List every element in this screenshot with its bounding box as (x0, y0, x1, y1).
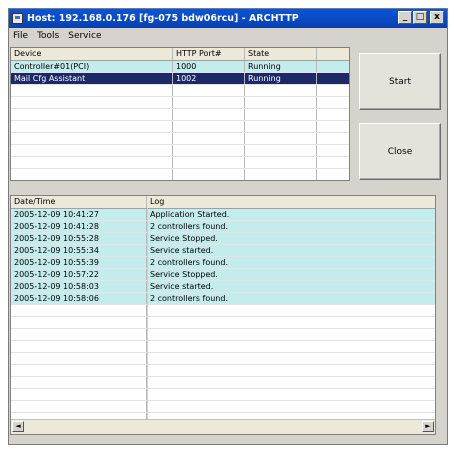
log-row[interactable]: 2005-12-09 10:58:03 Service started. (11, 281, 435, 293)
device-port: 1000 (173, 61, 245, 72)
log-time: 2005-12-09 10:58:03 (11, 281, 147, 292)
log-time: 2005-12-09 10:55:28 (11, 233, 147, 244)
menu-service[interactable]: Service (68, 31, 101, 41)
column-header-device[interactable]: Device (11, 48, 173, 60)
log-row[interactable]: 2005-12-09 10:55:28 Service Stopped. (11, 233, 435, 245)
log-row[interactable]: 2005-12-09 10:58:06 2 controllers found. (11, 293, 435, 305)
close-window-button[interactable]: x (430, 11, 444, 24)
log-message: Service Stopped. (150, 270, 218, 279)
log-time: 2005-12-09 10:55:39 (11, 257, 147, 268)
device-row[interactable]: Controller#01(PCI) 1000 Running (11, 61, 349, 73)
log-message: Service started. (150, 282, 214, 291)
log-table: Date/Time Log 2005-12-09 10:41:27 Applica… (10, 195, 436, 435)
column-header-datetime[interactable]: Date/Time (11, 196, 147, 208)
log-time: 2005-12-09 10:41:27 (11, 209, 147, 220)
log-message: Service Stopped. (150, 234, 218, 243)
device-name: Controller#01(PCI) (11, 61, 173, 72)
menu-tools[interactable]: Tools (37, 31, 59, 41)
log-row[interactable]: 2005-12-09 10:57:22 Service Stopped. (11, 269, 435, 281)
menu-file[interactable]: File (13, 31, 28, 41)
log-row[interactable]: 2005-12-09 10:55:34 Service started. (11, 245, 435, 257)
app-icon (12, 13, 23, 24)
maximize-button[interactable]: □ (413, 11, 427, 24)
device-port: 1002 (173, 73, 245, 84)
window-controls: _ □ x (398, 11, 444, 24)
device-state: Running (245, 73, 317, 84)
menu-bar: File Tools Service (9, 28, 447, 44)
close-button[interactable]: Close (359, 123, 441, 180)
minimize-button[interactable]: _ (398, 11, 412, 24)
start-button[interactable]: Start (359, 53, 441, 110)
log-message: 2 controllers found. (150, 258, 228, 267)
log-row[interactable]: 2005-12-09 10:41:28 2 controllers found. (11, 221, 435, 233)
device-table-header: Device HTTP Port# State (11, 48, 349, 61)
scroll-left-icon[interactable]: ◄ (12, 421, 24, 432)
horizontal-scrollbar[interactable]: ◄ ► (11, 419, 435, 434)
column-header-blank (317, 48, 349, 60)
device-row-selected[interactable]: Mail Cfg Assistant 1002 Running (11, 73, 349, 85)
scroll-right-icon[interactable]: ► (422, 421, 434, 432)
log-table-header: Date/Time Log (11, 196, 435, 209)
device-name: Mail Cfg Assistant (11, 73, 173, 84)
log-message: Application Started. (150, 210, 230, 219)
log-message: 2 controllers found. (150, 222, 228, 231)
log-message: 2 controllers found. (150, 294, 228, 303)
column-header-state[interactable]: State (245, 48, 317, 60)
log-time: 2005-12-09 10:41:28 (11, 221, 147, 232)
log-row[interactable]: 2005-12-09 10:41:27 Application Started. (11, 209, 435, 221)
window-title: Host: 192.168.0.176 [fg-075 bdw06rcu] - … (27, 13, 299, 24)
log-message: Service started. (150, 246, 214, 255)
log-time: 2005-12-09 10:58:06 (11, 293, 147, 304)
title-bar[interactable]: Host: 192.168.0.176 [fg-075 bdw06rcu] - … (9, 9, 447, 28)
device-state: Running (245, 61, 317, 72)
log-time: 2005-12-09 10:55:34 (11, 245, 147, 256)
log-time: 2005-12-09 10:57:22 (11, 269, 147, 280)
column-header-http-port[interactable]: HTTP Port# (173, 48, 245, 60)
column-header-log[interactable]: Log (147, 196, 435, 208)
device-table: Device HTTP Port# State Controller#01(PC… (10, 47, 350, 181)
log-row[interactable]: 2005-12-09 10:55:39 2 controllers found. (11, 257, 435, 269)
